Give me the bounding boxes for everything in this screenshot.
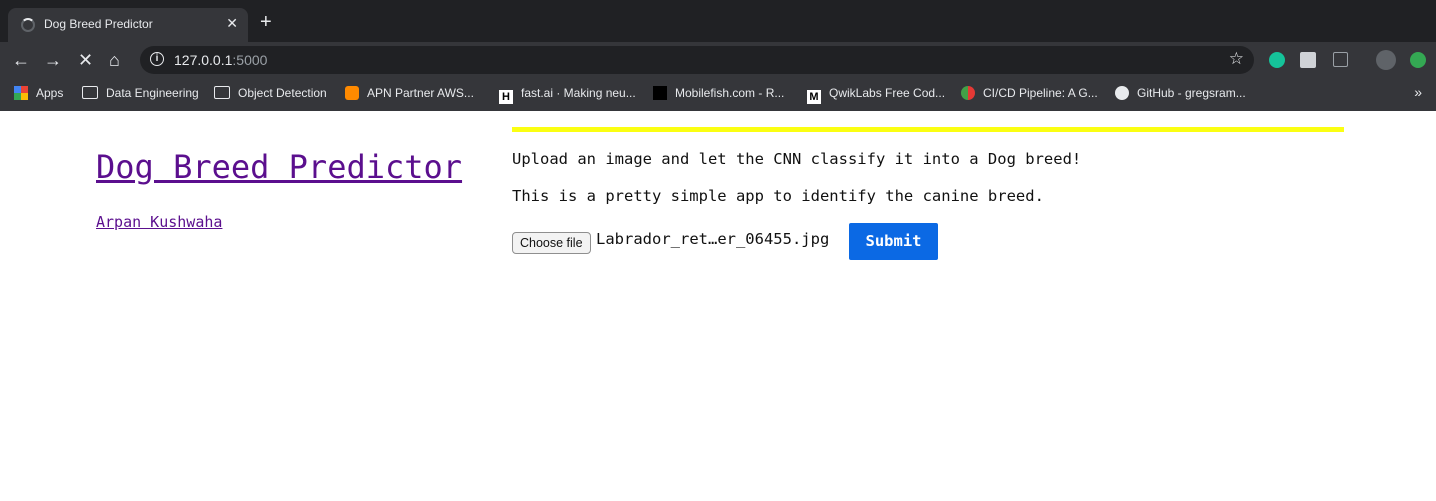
bookmark-folder-object-detection[interactable]: Object Detection (214, 86, 327, 100)
submit-button[interactable]: Submit (849, 223, 938, 260)
accent-bar (512, 127, 1344, 132)
bookmark-mobilefish[interactable]: Mobilefish.com - R... (653, 86, 784, 100)
url-text: 127.0.0.1:5000 (174, 52, 268, 68)
bookmark-folder-data-engineering[interactable]: Data Engineering (82, 86, 199, 100)
loading-spinner-icon (21, 18, 35, 32)
grid-extension-icon[interactable] (1333, 52, 1348, 67)
back-icon[interactable]: ← (12, 50, 30, 70)
bookmark-apn-partner[interactable]: APN Partner AWS... (345, 86, 474, 100)
extension-icon[interactable] (1300, 52, 1316, 68)
bookmark-github[interactable]: GitHub - gregsram... (1115, 86, 1246, 100)
folder-icon (82, 86, 98, 99)
aws-icon (345, 86, 359, 100)
browser-tab[interactable]: Dog Breed Predictor ✕ (8, 8, 248, 42)
bookmark-qwiklabs[interactable]: M QwikLabs Free Cod... (807, 86, 945, 104)
bookmarks-bar: Apps Data Engineering Object Detection A… (0, 78, 1436, 111)
folder-icon (214, 86, 230, 99)
page-title-link[interactable]: Dog Breed Predictor (96, 148, 462, 186)
home-icon[interactable]: ⌂ (109, 50, 120, 70)
profile-avatar[interactable] (1376, 50, 1396, 70)
more-bookmarks-icon[interactable]: » (1414, 84, 1422, 100)
forward-icon[interactable]: → (44, 50, 62, 70)
tab-strip: Dog Breed Predictor ✕ + (0, 0, 1436, 42)
bookmark-star-icon[interactable]: ☆ (1229, 49, 1244, 69)
bookmark-cicd-pipeline[interactable]: CI/CD Pipeline: A G... (961, 86, 1098, 100)
choose-file-button[interactable]: Choose file (512, 232, 591, 254)
apps-grid-icon (14, 86, 28, 100)
mobilefish-icon (653, 86, 667, 100)
bookmark-fastai[interactable]: Hfast.ai · Making neu... (499, 86, 636, 104)
selected-file-name: Labrador_ret…er_06455.jpg (596, 230, 830, 248)
stop-loading-icon[interactable]: ✕ (78, 50, 93, 70)
pipeline-icon (961, 86, 975, 100)
medium-icon: M (807, 90, 821, 104)
new-tab-icon[interactable]: + (260, 12, 272, 32)
hackernews-icon: H (499, 90, 513, 104)
description-text: This is a pretty simple app to identify … (512, 187, 1044, 205)
grammarly-extension-icon[interactable] (1269, 52, 1285, 68)
tab-title: Dog Breed Predictor (44, 17, 153, 31)
author-link[interactable]: Arpan Kushwaha (96, 213, 222, 231)
site-info-icon[interactable]: i (150, 52, 164, 66)
tab-close-icon[interactable]: ✕ (226, 15, 238, 32)
update-icon[interactable] (1410, 52, 1426, 68)
github-icon (1115, 86, 1129, 100)
bookmark-apps[interactable]: Apps (14, 86, 63, 100)
browser-toolbar: ← → ✕ ⌂ i 127.0.0.1:5000 ☆ (0, 42, 1436, 78)
address-bar[interactable]: i 127.0.0.1:5000 ☆ (140, 46, 1254, 74)
page-content: Dog Breed Predictor Arpan Kushwaha Uploa… (0, 111, 1436, 501)
intro-text: Upload an image and let the CNN classify… (512, 150, 1082, 168)
